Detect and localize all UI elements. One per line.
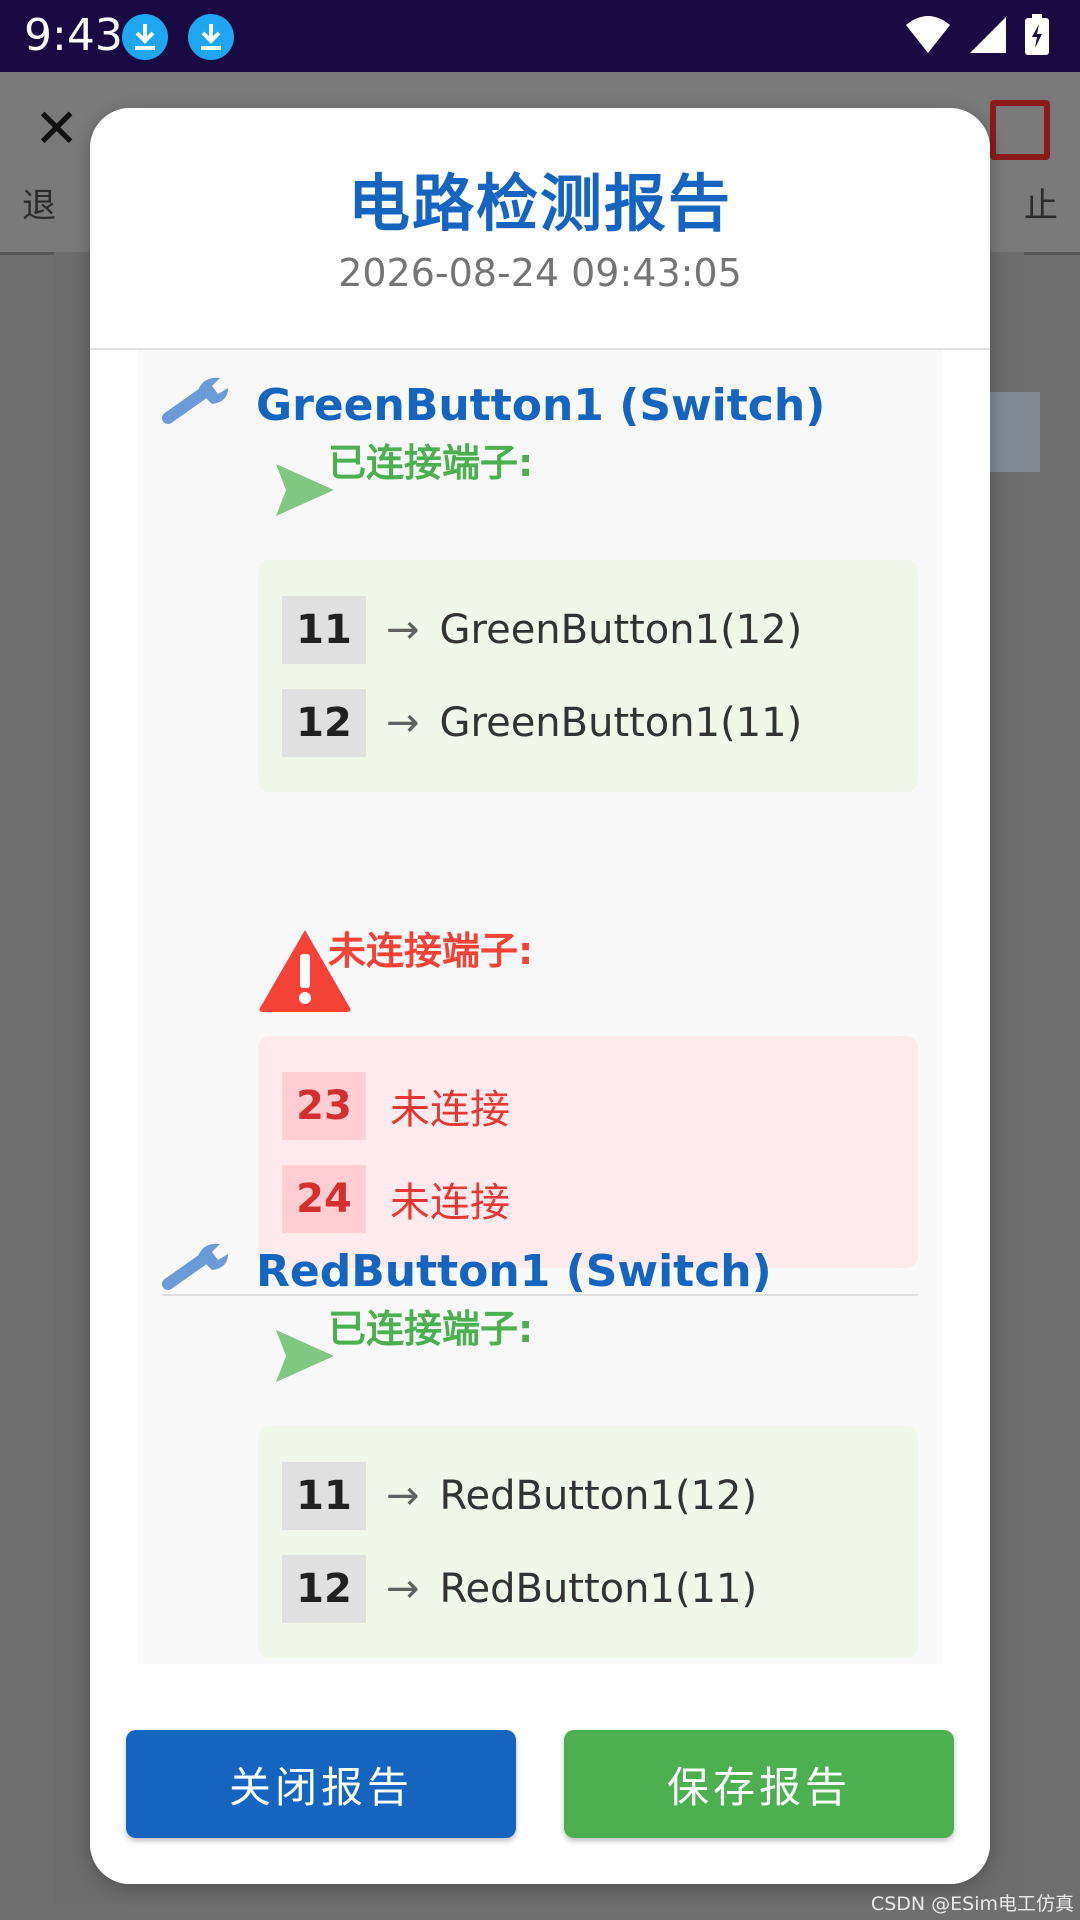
arrow: →: [386, 607, 420, 653]
pin-target: RedButton1(11): [439, 1566, 758, 1612]
pin-status: 未连接: [390, 1180, 510, 1226]
list-item: 11 → RedButton1(12): [282, 1462, 757, 1530]
pin-target: GreenButton1(11): [439, 700, 803, 746]
list-item: 12 → GreenButton1(11): [282, 689, 802, 757]
wrench-icon: [162, 377, 228, 424]
list-item: 23 未连接: [282, 1072, 510, 1140]
background-stop-label: 止: [1024, 186, 1058, 226]
report-content[interactable]: GreenButton1 (Switch) 已连接端子: 11 → GreenB…: [138, 350, 942, 1664]
exit-icon: ✕: [34, 97, 80, 160]
signal-icon: [970, 17, 1006, 53]
report-date: 2026-08-24 09:43:05: [338, 251, 742, 295]
save-report-button[interactable]: 保存报告: [564, 1730, 954, 1838]
wifi-icon: [906, 16, 950, 53]
pin-number: 12: [282, 689, 366, 757]
connected-title: 已连接端子:: [328, 441, 534, 485]
connected-list: 11 → RedButton1(12) 12 → RedButton1(11): [258, 1426, 918, 1658]
battery-icon: [1025, 14, 1049, 55]
status-bar: 9:43: [0, 0, 1080, 72]
unconnected-list: 23 未连接 24 未连接: [258, 1036, 918, 1268]
dialog-header: 电路检测报告 2026-08-24 09:43:05: [90, 108, 990, 350]
dialog-footer: 关闭报告 保存报告: [90, 1666, 990, 1884]
stop-icon: [990, 100, 1050, 160]
arrow: →: [386, 700, 420, 746]
dialog-title: 电路检测报告: [347, 167, 732, 240]
download-icon: [122, 14, 168, 60]
status-time: 9:43: [24, 10, 123, 61]
list-item: 11 → GreenButton1(12): [282, 596, 802, 664]
component-name: RedButton1 (Switch): [256, 1246, 772, 1297]
background-exit-label: 退: [22, 186, 56, 226]
pin-number: 11: [282, 1462, 366, 1530]
watermark: CSDN @ESim电工仿真: [870, 1893, 1074, 1915]
pin-number: 23: [282, 1072, 366, 1140]
pin-number: 12: [282, 1555, 366, 1623]
pin-target: GreenButton1(12): [439, 607, 803, 653]
unconnected-title: 未连接端子:: [328, 929, 534, 973]
pin-status: 未连接: [390, 1087, 510, 1133]
list-item: 24 未连接: [282, 1165, 510, 1233]
connected-title: 已连接端子:: [328, 1307, 534, 1351]
download-icon: [188, 14, 234, 60]
pin-number: 24: [282, 1165, 366, 1233]
arrow: →: [386, 1473, 420, 1519]
arrow: →: [386, 1566, 420, 1612]
report-dialog: 电路检测报告 2026-08-24 09:43:05 GreenButton1 …: [90, 108, 990, 1884]
component-name: GreenButton1 (Switch): [256, 380, 826, 431]
pin-number: 11: [282, 596, 366, 664]
close-report-button[interactable]: 关闭报告: [126, 1730, 516, 1838]
list-item: 12 → RedButton1(11): [282, 1555, 757, 1623]
pin-target: RedButton1(12): [439, 1473, 758, 1519]
connected-list: 11 → GreenButton1(12) 12 → GreenButton1(…: [258, 560, 918, 792]
wrench-icon: [162, 1243, 228, 1290]
